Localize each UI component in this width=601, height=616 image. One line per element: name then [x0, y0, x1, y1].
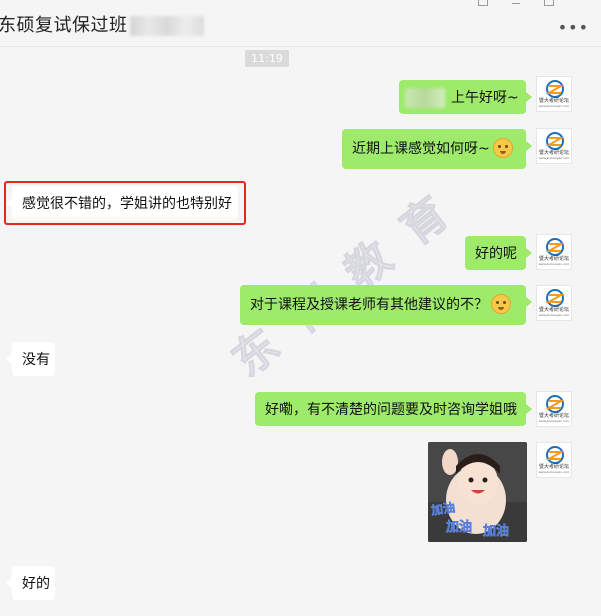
close-icon[interactable]	[578, 0, 586, 4]
avatar-sublabel: www.jnukaoyan.com	[538, 313, 570, 317]
avatar-sublabel: www.jnukaoyan.com	[538, 419, 570, 423]
avatar[interactable]: 暨大考研论坛 www.jnukaoyan.com	[536, 442, 572, 478]
chat-title: 东硕复试保过班	[0, 11, 204, 37]
maximize-icon[interactable]	[544, 0, 554, 6]
message-bubble[interactable]: 近期上课感觉如何呀~	[342, 129, 532, 169]
message-text: 好的	[22, 576, 50, 592]
message-text: 上午好呀~	[451, 90, 519, 106]
message-text: 近期上课感觉如何呀~	[352, 141, 490, 157]
avatar[interactable]: 暨大考研论坛 www.jnukaoyan.com	[536, 128, 572, 164]
girl-cheering-sticker[interactable]: 加油 加油 加油	[428, 442, 527, 542]
timestamp: 11:19	[245, 50, 289, 67]
logo-icon	[545, 132, 565, 150]
highlight-box	[4, 181, 246, 225]
avatar[interactable]: 暨大考研论坛 www.jnukaoyan.com	[536, 285, 572, 321]
message-bubble[interactable]: 对于课程及授课老师有其他建议的不？	[240, 285, 532, 325]
avatar[interactable]: 暨大考研论坛 www.jnukaoyan.com	[536, 391, 572, 427]
avatar-sublabel: www.jnukaoyan.com	[538, 470, 570, 474]
logo-icon	[545, 80, 565, 98]
message-bubble[interactable]: 好的	[6, 566, 55, 600]
message-bubble[interactable]: 好嘞，有不清楚的问题要及时咨询学姐哦	[255, 392, 532, 426]
logo-icon	[545, 289, 565, 307]
message-text: 没有	[22, 352, 50, 368]
avatar[interactable]: 暨大考研论坛 www.jnukaoyan.com	[536, 76, 572, 112]
sticker-text: 加油	[483, 524, 510, 540]
avatar-sublabel: www.jnukaoyan.com	[538, 262, 570, 266]
avatar-sublabel: www.jnukaoyan.com	[538, 156, 570, 160]
sticker-text: 加油	[446, 520, 473, 536]
avatar-sublabel: www.jnukaoyan.com	[538, 104, 570, 108]
message-text: 好嘞，有不清楚的问题要及时咨询学姐哦	[265, 402, 517, 418]
message-bubble[interactable]: 上午好呀~	[399, 80, 532, 114]
message-bubble[interactable]: 好的呢	[465, 236, 532, 270]
grin-emoji-icon	[492, 138, 513, 158]
logo-icon	[545, 238, 565, 256]
more-options-icon[interactable]: •••	[558, 20, 589, 36]
sticker-image	[428, 442, 527, 542]
logo-icon	[545, 446, 565, 464]
thinking-emoji-icon	[491, 294, 511, 314]
minimize-icon[interactable]	[512, 3, 520, 4]
logo-icon	[545, 395, 565, 413]
avatar[interactable]: 暨大考研论坛 www.jnukaoyan.com	[536, 234, 572, 270]
pin-icon[interactable]	[478, 0, 488, 6]
redacted-name	[129, 16, 204, 36]
message-text: 对于课程及授课老师有其他建议的不？	[250, 297, 488, 313]
message-bubble[interactable]: 没有	[6, 342, 55, 376]
watermark: 东 恺 教 育	[223, 184, 463, 388]
redacted-name	[405, 88, 445, 108]
message-text: 好的呢	[475, 246, 517, 262]
title-bar: 东硕复试保过班 •••	[0, 0, 601, 47]
